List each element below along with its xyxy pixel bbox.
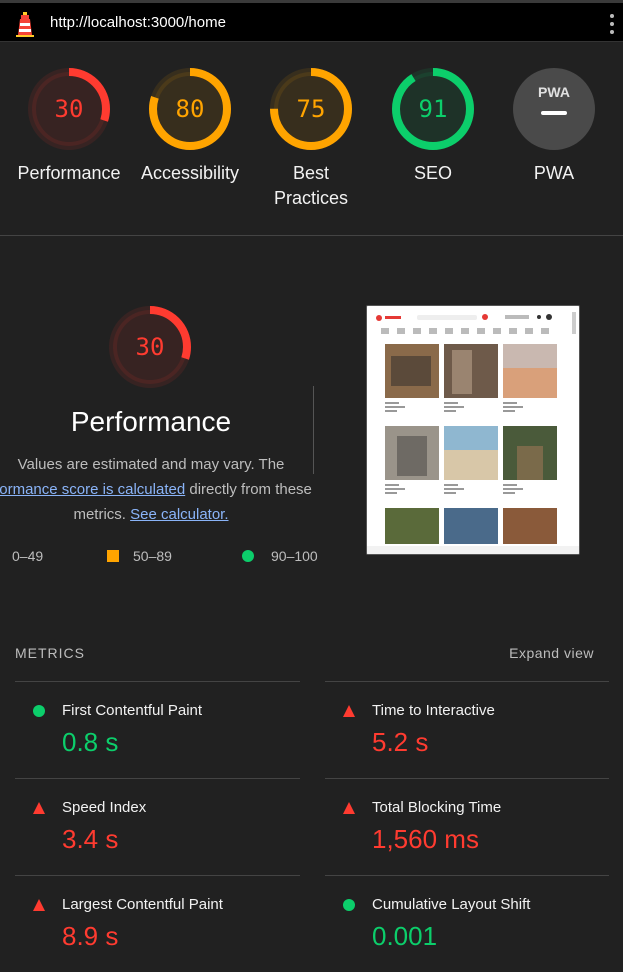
- legend-fail: 0–49: [12, 548, 43, 564]
- section-divider: [0, 235, 623, 236]
- performance-main-score: 30: [135, 333, 165, 361]
- gauge-label: SEO: [413, 163, 452, 183]
- metrics-heading: METRICS: [15, 645, 85, 661]
- description-line-3: metrics. See calculator.: [0, 502, 342, 527]
- metric-speed-index: Speed Index 3.4 s: [15, 779, 295, 875]
- see-calculator-link[interactable]: See calculator.: [130, 506, 228, 523]
- metric-value: 5.2 s: [372, 727, 429, 757]
- metric-name: Time to Interactive: [372, 702, 495, 719]
- metric-name: Cumulative Layout Shift: [372, 896, 531, 913]
- vertical-divider: [313, 386, 314, 474]
- performance-main-gauge: 30: [108, 305, 192, 389]
- metric-total-blocking-time: Total Blocking Time 1,560 ms: [325, 779, 605, 875]
- description-line-2: rformance score is calculated directly f…: [0, 477, 342, 502]
- legend-average: 50–89: [107, 548, 172, 564]
- legend-pass: 90–100: [242, 548, 318, 564]
- lighthouse-icon: [16, 12, 34, 37]
- metric-name: Largest Contentful Paint: [62, 896, 223, 913]
- metric-time-to-interactive: Time to Interactive 5.2 s: [325, 682, 605, 778]
- metric-largest-contentful-paint: Largest Contentful Paint 8.9 s: [15, 876, 295, 972]
- gauge-pwa[interactable]: PWA: [512, 67, 596, 151]
- metric-value: 0.8 s: [62, 727, 119, 757]
- kebab-menu-icon[interactable]: [609, 13, 615, 35]
- metric-name: Speed Index: [62, 799, 147, 816]
- expand-view-button[interactable]: Expand view: [509, 645, 594, 661]
- page-screenshot-thumbnail: [366, 305, 580, 555]
- pwa-badge-icon: PWA: [538, 84, 570, 100]
- description-line-1: Values are estimated and may vary. The: [17, 456, 285, 473]
- square-icon: [107, 550, 119, 562]
- gauge-accessibility[interactable]: 80: [148, 67, 232, 151]
- metric-value: 8.9 s: [62, 921, 119, 951]
- page-url[interactable]: http://localhost:3000/home: [50, 14, 226, 31]
- gauge-label: Accessibility: [140, 163, 240, 183]
- legend-pass-label: 90–100: [271, 548, 318, 564]
- metric-name: First Contentful Paint: [62, 702, 203, 719]
- metric-cumulative-layout-shift: Cumulative Layout Shift 0.001: [325, 876, 605, 972]
- metric-value: 1,560 ms: [372, 824, 479, 854]
- fail-triangle-icon: [343, 705, 355, 717]
- description-text: directly from these: [185, 481, 312, 498]
- performance-title: Performance: [70, 406, 232, 437]
- gauge-score: 75: [296, 95, 326, 123]
- pass-circle-icon: [33, 705, 45, 717]
- gauge-score: 91: [418, 95, 448, 123]
- fail-triangle-icon: [33, 802, 45, 814]
- gauge-score: 80: [175, 95, 205, 123]
- description-text-metrics: metrics.: [73, 506, 126, 523]
- address-bar: http://localhost:3000/home: [0, 0, 623, 42]
- fail-triangle-icon: [33, 899, 45, 911]
- gauge-label: PWA: [533, 163, 575, 183]
- gauge-label: Performance: [17, 163, 121, 183]
- gauge-score: 30: [54, 95, 84, 123]
- gauge-seo[interactable]: 91: [391, 67, 475, 151]
- metric-first-contentful-paint: First Contentful Paint 0.8 s: [15, 682, 295, 778]
- gauge-performance[interactable]: 30: [27, 67, 111, 151]
- circle-icon: [242, 550, 254, 562]
- legend-average-label: 50–89: [133, 548, 172, 564]
- legend-fail-label: 0–49: [12, 548, 44, 564]
- fail-triangle-icon: [343, 802, 355, 814]
- metric-name: Total Blocking Time: [372, 799, 502, 816]
- gauge-best-practices[interactable]: 75: [269, 67, 353, 151]
- metric-value: 0.001: [372, 921, 438, 951]
- gauge-label: Best Practices: [273, 163, 349, 208]
- metric-value: 3.4 s: [62, 824, 119, 854]
- pass-circle-icon: [343, 899, 355, 911]
- performance-score-link[interactable]: rformance score is calculated: [0, 481, 185, 498]
